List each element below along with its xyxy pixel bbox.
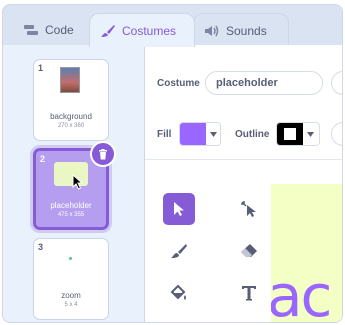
- text-tool-button[interactable]: [233, 277, 265, 309]
- outline-width-input[interactable]: [331, 122, 342, 146]
- outline-color-swatch: [277, 123, 303, 145]
- costume-name-input[interactable]: placeholder: [205, 71, 323, 95]
- fill-tool-button[interactable]: [163, 277, 195, 309]
- paint-bucket-icon: [170, 284, 186, 300]
- brush-icon: [100, 24, 116, 38]
- tab-code[interactable]: Code: [13, 13, 91, 47]
- fill-color-picker[interactable]: [179, 122, 221, 146]
- costume-size: 475 x 355: [57, 212, 85, 218]
- mouse-pointer-icon: [72, 174, 84, 190]
- costume-editor-window: Code Costumes Sounds 1 background 270 x …: [2, 4, 343, 323]
- costume-number: 1: [38, 63, 44, 73]
- group-button[interactable]: [331, 71, 342, 95]
- costume-size: 5 x 4: [64, 302, 78, 308]
- chevron-down-icon: [206, 123, 220, 145]
- costume-tile-placeholder[interactable]: 2 placeholder 475 x 355: [33, 141, 116, 230]
- canvas-text-object[interactable]: ac: [271, 262, 332, 322]
- toolbar-divider: [145, 159, 342, 160]
- costume-name: zoom: [61, 291, 81, 300]
- fill-label: Fill: [157, 129, 172, 140]
- costume-tile-zoom[interactable]: 3 zoom 5 x 4: [33, 238, 109, 320]
- costume-name: placeholder: [50, 201, 92, 210]
- speaker-icon: [204, 24, 220, 38]
- tab-sounds[interactable]: Sounds: [193, 13, 289, 47]
- fill-color-swatch: [180, 123, 206, 145]
- arrow-select-icon: [174, 202, 184, 216]
- delete-costume-button[interactable]: [90, 141, 116, 167]
- eraser-icon: [241, 244, 257, 257]
- costume-name: background: [50, 112, 92, 121]
- costume-number: 2: [40, 154, 46, 164]
- code-icon: [23, 23, 39, 37]
- select-tool-button[interactable]: [163, 193, 195, 225]
- paint-canvas[interactable]: ac: [271, 184, 342, 322]
- costume-tile-background[interactable]: 1 background 270 x 360: [33, 59, 109, 141]
- outline-label: Outline: [235, 129, 270, 140]
- costume-thumbnail: [69, 257, 72, 260]
- costume-label: Costume: [157, 78, 200, 89]
- tab-costumes-label: Costumes: [122, 23, 177, 38]
- eraser-tool-button[interactable]: [233, 235, 265, 267]
- reshape-icon: [241, 201, 256, 217]
- tab-sounds-label: Sounds: [226, 23, 267, 38]
- chevron-down-icon: [303, 123, 317, 145]
- costume-list: 1 background 270 x 360 2 placeholder 475…: [3, 45, 144, 322]
- outline-color-picker[interactable]: [276, 122, 320, 146]
- tab-costumes[interactable]: Costumes: [89, 13, 195, 47]
- costume-size: 270 x 360: [57, 123, 85, 129]
- costume-thumbnail: [60, 67, 80, 93]
- tab-strip: Code Costumes Sounds: [3, 5, 342, 47]
- costume-number: 3: [38, 242, 44, 252]
- text-icon: [242, 286, 256, 301]
- paint-editor: Costume placeholder Fill Outline ac: [144, 45, 342, 322]
- tab-code-label: Code: [45, 23, 74, 37]
- brush-icon: [171, 244, 187, 258]
- reshape-tool-button[interactable]: [233, 193, 265, 225]
- trash-icon: [99, 148, 107, 159]
- brush-tool-button[interactable]: [163, 235, 195, 267]
